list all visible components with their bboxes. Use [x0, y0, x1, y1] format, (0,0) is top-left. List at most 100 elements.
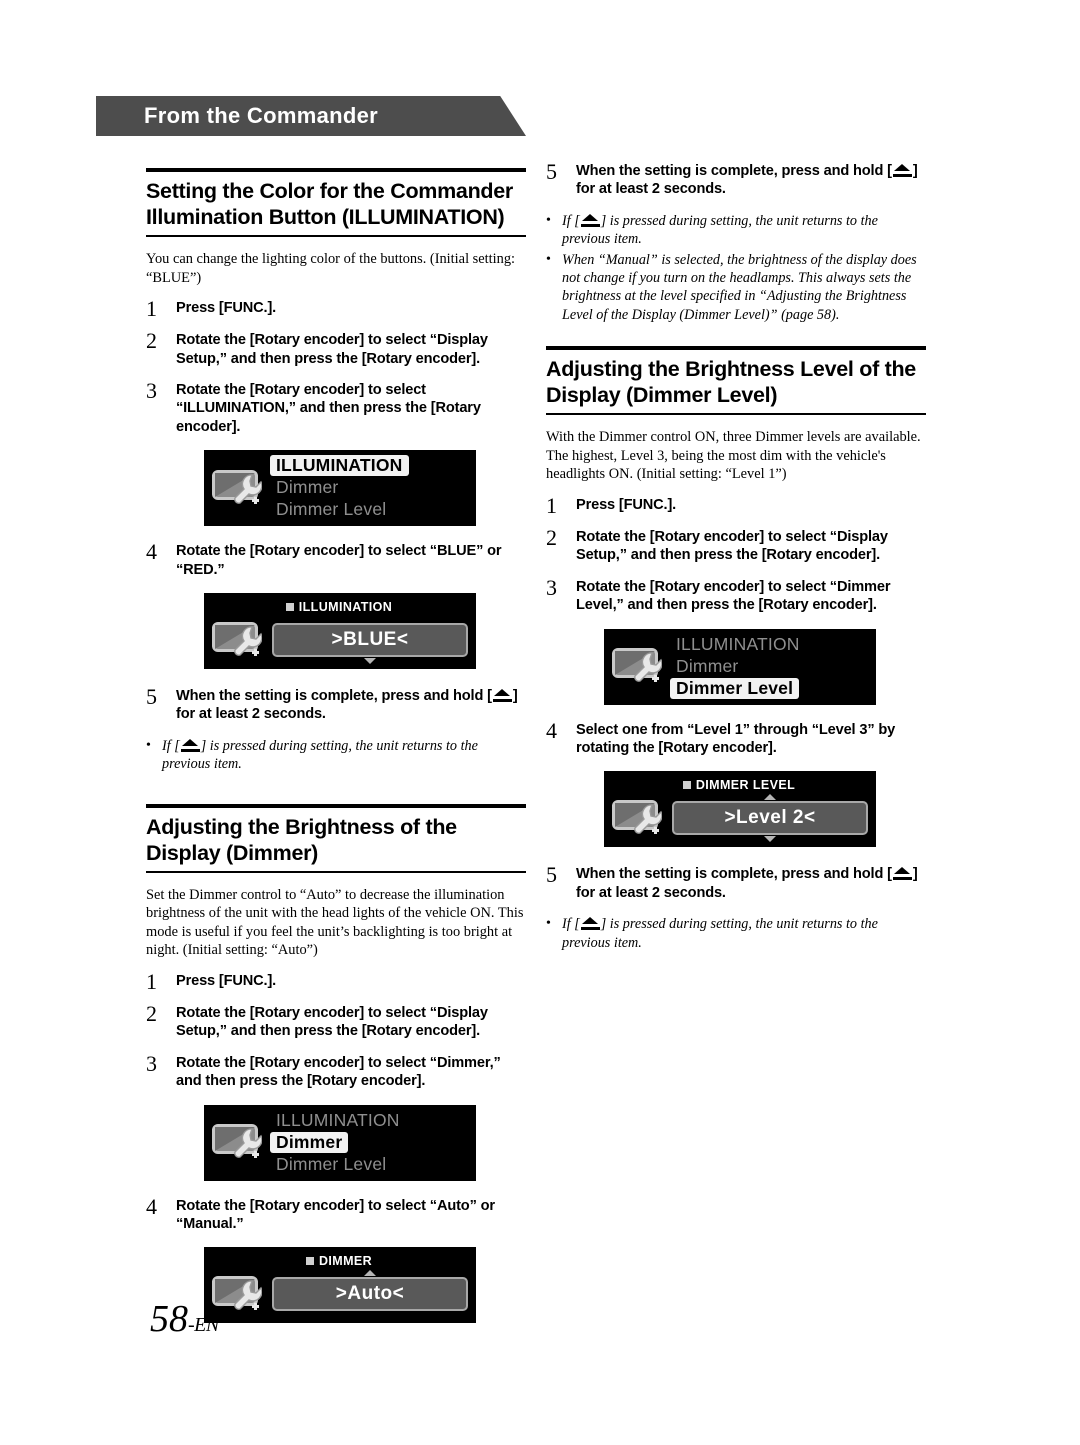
step-text-pre: When the setting is complete, press and …: [576, 866, 892, 883]
section-banner-shape: From the Commander: [96, 96, 526, 136]
left-column: Setting the Color for the Commander Illu…: [146, 168, 526, 1324]
note-text-post: ] is pressed during setting, the unit re…: [162, 737, 478, 773]
lcd-menu-row: Dimmer: [676, 655, 739, 676]
lcd-value-box: >Auto<: [272, 1270, 468, 1312]
intro-dimmer-level: With the Dimmer control ON, three Dimmer…: [546, 429, 921, 483]
lcd-value-box: >BLUE<: [272, 623, 468, 665]
return-back-icon: [892, 164, 912, 177]
note-text-post: ] is pressed during setting, the unit re…: [562, 212, 878, 248]
lcd-menu-rows: ILLUMINATION Dimmer Dimmer Level: [270, 455, 468, 520]
page-number-suffix: -EN: [188, 1314, 219, 1336]
bullet-icon: •: [546, 212, 551, 228]
note-text: If [] is pressed during setting, the uni…: [562, 212, 926, 249]
step-number: 4: [146, 539, 157, 565]
step-item: 5 When the setting is complete, press an…: [546, 161, 926, 199]
steps-dimmer: 1 Press [FUNC.]. 2 Rotate the [Rotary en…: [146, 971, 526, 1091]
step-item: 3 Rotate the [Rotary encoder] to select …: [546, 576, 926, 615]
step-item: 5 When the setting is complete, press an…: [146, 684, 526, 724]
step-text: Rotate the [Rotary encoder] to select “D…: [576, 578, 891, 614]
note-text: If [] is pressed during setting, the uni…: [162, 737, 526, 774]
step-text: When the setting is complete, press and …: [576, 162, 926, 199]
lcd-menu-row: ILLUMINATION: [276, 1109, 400, 1130]
lcd-value-title: DIMMER LEVEL: [695, 778, 796, 793]
note-text-pre: If [: [562, 916, 580, 933]
lcd-value-title-row: DIMMER LEVEL: [610, 777, 868, 794]
steps-dimmer-cont: 4 Rotate the [Rotary encoder] to select …: [146, 1195, 526, 1234]
step-number: 1: [546, 493, 557, 519]
lcd-menu-row: Dimmer: [270, 1131, 349, 1153]
step-text: Rotate the [Rotary encoder] to select “D…: [176, 1005, 488, 1040]
step-number: 2: [146, 328, 157, 354]
lcd-value-text: >BLUE<: [331, 629, 409, 651]
note-item: • If [] is pressed during setting, the u…: [546, 212, 926, 249]
lcd-illumination-value: ILLUMINATION >BLUE<: [204, 593, 476, 670]
return-back-icon: [892, 867, 912, 881]
step-number: 4: [546, 717, 557, 743]
step-number: 5: [146, 684, 157, 710]
step-item: 2 Rotate the [Rotary encoder] to select …: [146, 328, 526, 368]
step-text-pre: When the setting is complete, press and …: [576, 163, 892, 179]
step-text: Press [FUNC.].: [176, 973, 277, 990]
steps-dimmer-level-final: 5 When the setting is complete, press an…: [546, 862, 926, 902]
lcd-menu-row: Dimmer Level: [276, 499, 387, 520]
display-setup-wrench-icon: [210, 616, 268, 664]
step-text: When the setting is complete, press and …: [576, 865, 926, 902]
lcd-value-title: ILLUMINATION: [298, 600, 393, 615]
lcd-dimmer-menu: ILLUMINATION Dimmer Dimmer Level: [204, 1104, 476, 1181]
step-text: Press [FUNC.].: [176, 300, 277, 317]
chevron-up-icon: [764, 794, 776, 801]
bullet-icon: •: [546, 251, 551, 267]
note-item: • If [] is pressed during setting, the u…: [146, 737, 526, 774]
step-number: 5: [546, 862, 557, 888]
step-item: 2 Rotate the [Rotary encoder] to select …: [146, 1001, 526, 1041]
lcd-menu-row: ILLUMINATION: [270, 455, 409, 477]
note-item: • If [] is pressed during setting, the u…: [546, 915, 926, 952]
step-item: 4 Rotate the [Rotary encoder] to select …: [146, 539, 526, 579]
lcd-value-body: >Level 2<: [610, 794, 868, 843]
steps-illumination-final: 5 When the setting is complete, press an…: [146, 684, 526, 724]
chevron-down-icon: [364, 658, 376, 665]
steps-illumination-cont: 4 Rotate the [Rotary encoder] to select …: [146, 539, 526, 579]
note-item: • When “Manual” is selected, the brightn…: [546, 251, 926, 325]
step-item: 5 When the setting is complete, press an…: [546, 862, 926, 902]
step-item: 1 Press [FUNC.].: [146, 296, 526, 322]
step-number: 1: [146, 296, 157, 322]
steps-illumination: 1 Press [FUNC.]. 2 Rotate the [Rotary en…: [146, 296, 526, 436]
note-text-post: ] is pressed during setting, the unit re…: [562, 916, 878, 951]
step-item: 4 Rotate the [Rotary encoder] to select …: [146, 1195, 526, 1234]
display-setup-wrench-icon: [210, 464, 268, 512]
step-text: Rotate the [Rotary encoder] to select “B…: [176, 543, 502, 578]
return-back-icon: [580, 917, 600, 931]
note-text-pre: If [: [562, 212, 580, 229]
lcd-value-title-row: DIMMER: [210, 1253, 468, 1270]
page-number-value: 58: [150, 1298, 188, 1340]
display-setup-wrench-icon: [210, 1118, 268, 1166]
display-setup-wrench-icon: [610, 794, 668, 842]
step-number: 2: [146, 1001, 157, 1027]
note-text: If [] is pressed during setting, the uni…: [562, 915, 926, 952]
lcd-value-title: DIMMER: [318, 1254, 373, 1269]
lcd-menu-row: ILLUMINATION: [676, 633, 800, 654]
lcd-value-box: >Level 2<: [672, 794, 868, 843]
lcd-value-body: >BLUE<: [210, 616, 468, 665]
step-text: Rotate the [Rotary encoder] to select “D…: [176, 332, 488, 367]
lcd-value-body: >Auto<: [210, 1270, 468, 1318]
square-bullet-icon: [305, 1257, 314, 1266]
note-text: When “Manual” is selected, the brightnes…: [562, 251, 917, 323]
step-text: Select one from “Level 1” through “Level…: [576, 721, 896, 757]
step-text: Rotate the [Rotary encoder] to select “D…: [576, 529, 888, 564]
step-item: 2 Rotate the [Rotary encoder] to select …: [546, 527, 926, 565]
heading-dimmer-level: Adjusting the Brightness Level of the Di…: [546, 346, 926, 416]
display-setup-wrench-icon: [610, 642, 668, 690]
step-item: 1 Press [FUNC.].: [546, 493, 926, 519]
square-bullet-icon: [285, 603, 294, 612]
step-number: 3: [146, 378, 157, 403]
notes-illumination: • If [] is pressed during setting, the u…: [146, 737, 526, 774]
lcd-menu-row: Dimmer: [276, 477, 339, 498]
lcd-value-text: >Level 2<: [724, 807, 816, 829]
heading-illumination: Setting the Color for the Commander Illu…: [146, 168, 526, 237]
return-back-icon: [580, 213, 600, 227]
steps-dimmer-level-cont: 4 Select one from “Level 1” through “Lev…: [546, 717, 926, 758]
lcd-menu-row: Dimmer Level: [670, 677, 800, 699]
lcd-menu-rows: ILLUMINATION Dimmer Dimmer Level: [670, 634, 868, 699]
